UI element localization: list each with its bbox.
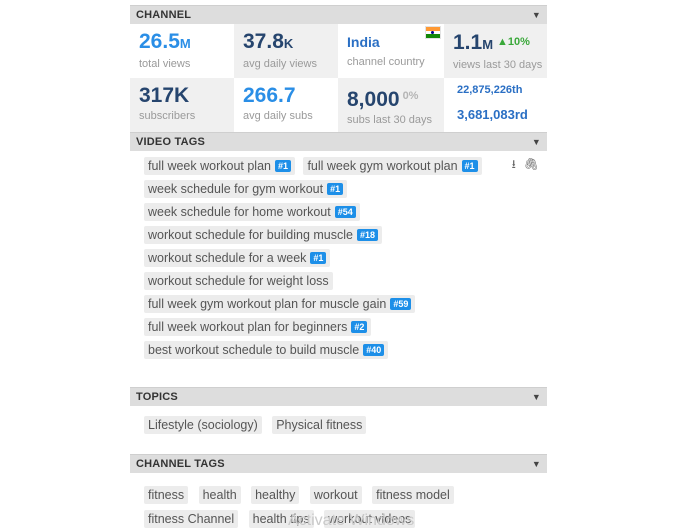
avg-daily-subs-label: avg daily subs [243, 110, 313, 122]
video-tag[interactable]: workout schedule for a week #1 [144, 249, 331, 267]
subs-rank-value: 3,681,083rd [457, 107, 528, 122]
video-tag[interactable]: full week gym workout plan for muscle ga… [144, 295, 416, 313]
total-views-unit: M [179, 36, 191, 51]
channel-tag[interactable]: workout [309, 486, 362, 504]
tag-row: full week gym workout plan for muscle ga… [144, 295, 537, 318]
video-tag[interactable]: workout schedule for weight loss [144, 272, 333, 290]
video-tag[interactable]: week schedule for home workout #54 [144, 203, 360, 221]
tag-rank-badge: #1 [274, 160, 291, 172]
channel-tag[interactable]: healthy [251, 486, 300, 504]
collapse-caret-icon[interactable]: ▼ [532, 6, 541, 24]
video-tags-section-header[interactable]: VIDEO TAGS ▼ [130, 132, 547, 151]
video-tag[interactable]: workout schedule for building muscle #18 [144, 226, 382, 244]
tag-rank-badge: #40 [363, 344, 385, 356]
tag-row: full week workout plan #1 full week gym w… [144, 157, 537, 180]
subscribers-stat: 317K subscribers [130, 78, 234, 132]
collapse-caret-icon[interactable]: ▼ [532, 388, 541, 406]
subs-30-days-stat: 8,000 0% subs last 30 days [338, 78, 444, 132]
topics-section-title: TOPICS [136, 391, 178, 403]
subscribers-label: subscribers [139, 110, 196, 122]
topic-tag[interactable]: Lifestyle (sociology) [144, 416, 262, 434]
channel-tag[interactable]: fitness Channel [144, 510, 239, 528]
views-30-value: 1.1 [453, 31, 483, 54]
channel-tag[interactable]: fitness [144, 486, 189, 504]
views-30-change: ▲10% [497, 36, 530, 48]
tag-row: workout schedule for building muscle #18 [144, 226, 537, 249]
total-views-value: 26.5 [139, 30, 180, 53]
total-views-stat: 26.5M total views [130, 24, 234, 78]
channel-tags-section-header[interactable]: CHANNEL TAGS ▼ [130, 454, 547, 473]
avg-daily-views-unit: K [283, 36, 294, 51]
tag-rank-badge: #54 [334, 206, 356, 218]
avg-daily-views-value: 37.8 [243, 30, 284, 53]
avg-daily-views-stat: 37.8K avg daily views [234, 24, 338, 78]
avg-daily-subs-value: 266.7 [243, 84, 296, 107]
subs-30-value: 8,000 [347, 88, 400, 111]
video-tag[interactable]: full week workout plan #1 [144, 157, 295, 175]
video-tag[interactable]: best workout schedule to build muscle #40 [144, 341, 389, 359]
topics-section-header[interactable]: TOPICS ▼ [130, 387, 547, 406]
views-30-label: views last 30 days [453, 59, 543, 71]
channel-section-header[interactable]: CHANNEL ▼ [130, 5, 547, 24]
tag-rank-badge: #1 [327, 183, 344, 195]
tag-rank-badge: #59 [390, 298, 412, 310]
channel-tags-section-title: CHANNEL TAGS [136, 458, 225, 470]
download-icon[interactable]: ⭳ [512, 157, 516, 171]
channel-stats-panel: CHANNEL ▼ 26.5M total views 37.8K avg da… [130, 5, 547, 529]
channel-tag[interactable]: health [198, 486, 241, 504]
tag-rank-badge: #18 [356, 229, 378, 241]
tag-row: best workout schedule to build muscle #40 [144, 341, 537, 364]
tag-rank-badge: #1 [461, 160, 478, 172]
video-tag[interactable]: full week gym workout plan #1 [303, 157, 482, 175]
channel-country-stat: India channel country [338, 24, 444, 78]
video-tags-actions: ⭳ 🖇 [504, 155, 539, 176]
activate-windows-watermark: Activate Windows [288, 512, 415, 529]
tag-row: workout schedule for weight loss [144, 272, 537, 295]
subscribers-value: 317K [139, 84, 190, 107]
tag-row: week schedule for gym workout #1 [144, 180, 537, 203]
avg-daily-subs-stat: 266.7 avg daily subs [234, 78, 338, 132]
subs-30-label: subs last 30 days [347, 114, 432, 126]
avg-daily-views-label: avg daily views [243, 58, 317, 70]
tag-row: workout schedule for a week #1 [144, 249, 537, 272]
video-tags-list: ⭳ 🖇 full week workout plan #1 full week gy… [130, 151, 547, 377]
channel-tag[interactable]: fitness model [372, 486, 454, 504]
tag-rank-badge: #2 [351, 321, 368, 333]
channel-stats-grid: 26.5M total views 37.8K avg daily views … [130, 24, 547, 132]
channel-country-label: channel country [347, 56, 425, 68]
topic-tag[interactable]: Physical fitness [272, 416, 367, 434]
channel-section-title: CHANNEL [136, 9, 192, 21]
tag-row: week schedule for home workout #54 [144, 203, 537, 226]
video-tags-section-title: VIDEO TAGS [136, 136, 206, 148]
collapse-caret-icon[interactable]: ▼ [532, 455, 541, 473]
total-views-label: total views [139, 58, 191, 70]
video-tag[interactable]: week schedule for gym workout #1 [144, 180, 348, 198]
views-30-unit: M [482, 37, 494, 52]
india-flag-icon [426, 27, 440, 38]
channel-rank-stat: 22,875,226th 3,681,083rd sravi [444, 78, 547, 132]
tag-rank-badge: #1 [310, 252, 327, 264]
video-tag[interactable]: full week workout plan for beginners #2 [144, 318, 372, 336]
collapse-caret-icon[interactable]: ▼ [532, 133, 541, 151]
tag-row: full week workout plan for beginners #2 [144, 318, 537, 341]
paperclip-icon[interactable]: 🖇 [524, 157, 539, 171]
subs-30-change: 0% [402, 90, 419, 102]
views-30-days-stat: 1.1M ▲10% views last 30 days [444, 24, 547, 78]
views-rank-value: 22,875,226th [457, 84, 523, 96]
topics-list: Lifestyle (sociology) Physical fitness [130, 406, 547, 454]
